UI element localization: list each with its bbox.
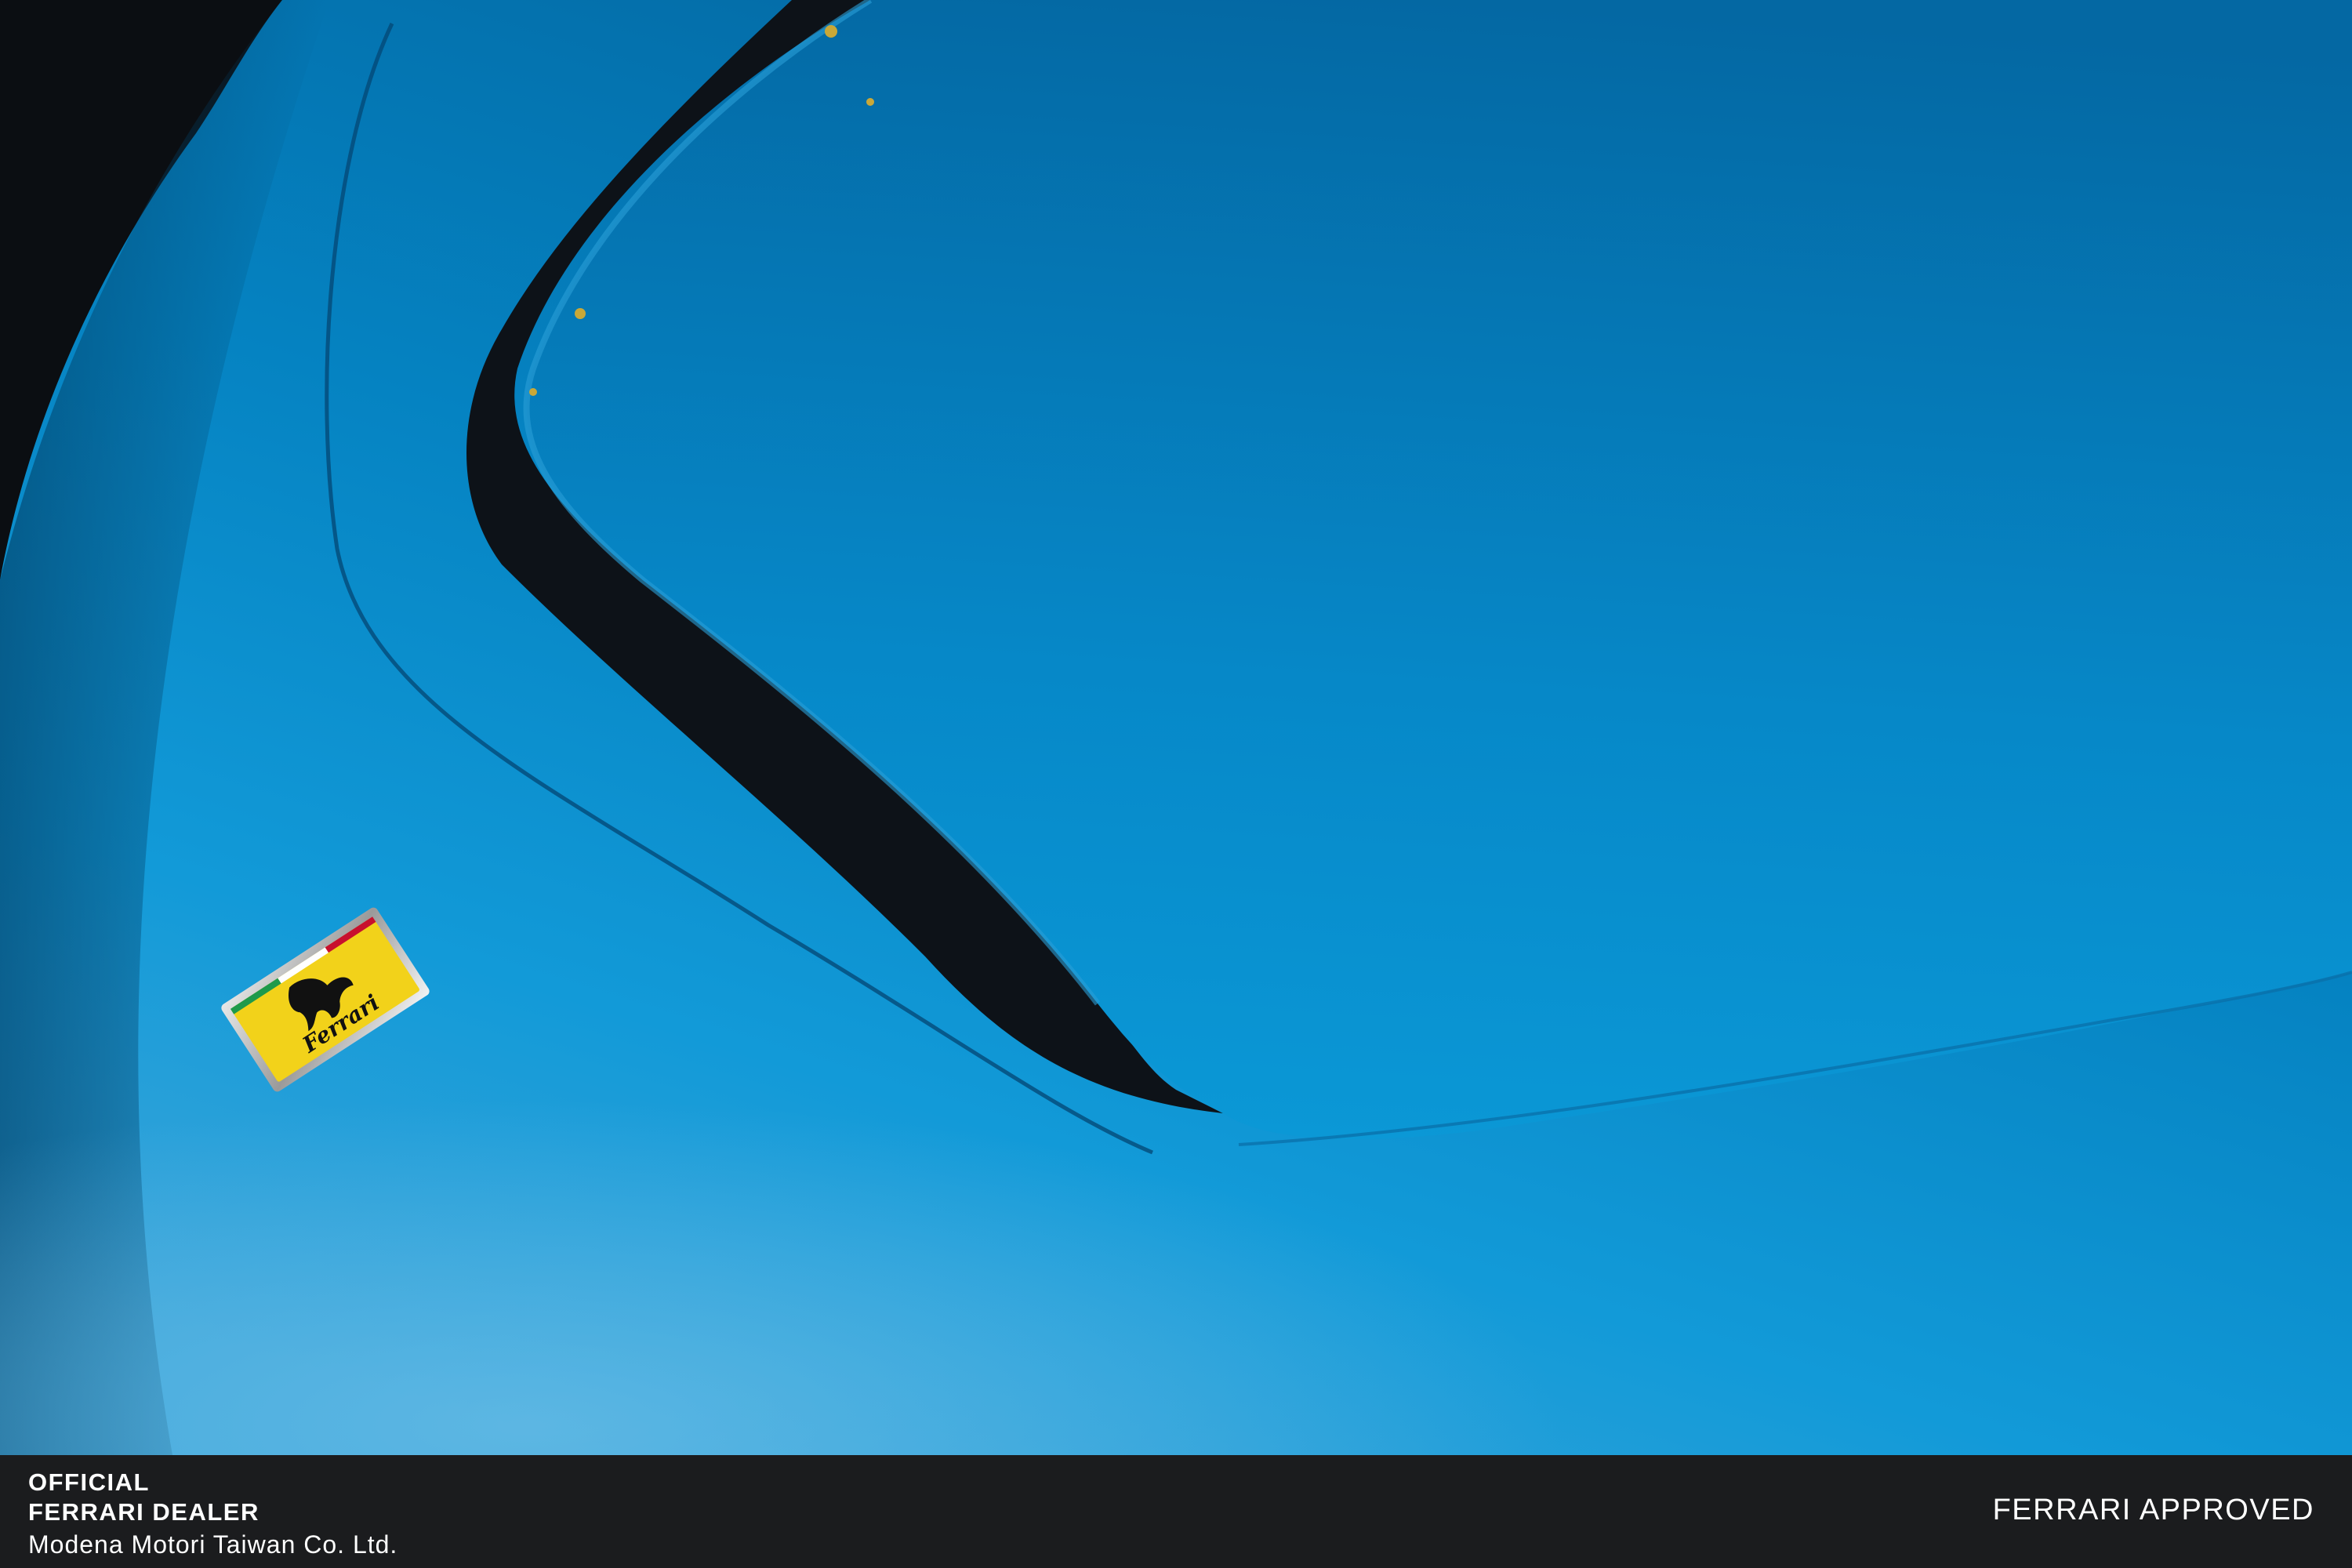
dealer-info: OFFICIAL FERRARI DEALER Modena Motori Ta…: [28, 1468, 397, 1560]
dealer-ferrari-label: FERRARI DEALER: [28, 1498, 260, 1526]
car-hood-photo: Ferrari: [0, 0, 2352, 1455]
dealer-official-label: OFFICIAL: [28, 1468, 150, 1496]
footer-bar: OFFICIAL FERRARI DEALER Modena Motori Ta…: [0, 1455, 2352, 1568]
ferrari-approved-label: FERRARI APPROVED: [1992, 1494, 2314, 1526]
dealer-company-name: Modena Motori Taiwan Co. Ltd.: [28, 1530, 398, 1559]
image-stage: Ferrari OFFICIAL FERRARI DEALER Modena M…: [0, 0, 2352, 1568]
